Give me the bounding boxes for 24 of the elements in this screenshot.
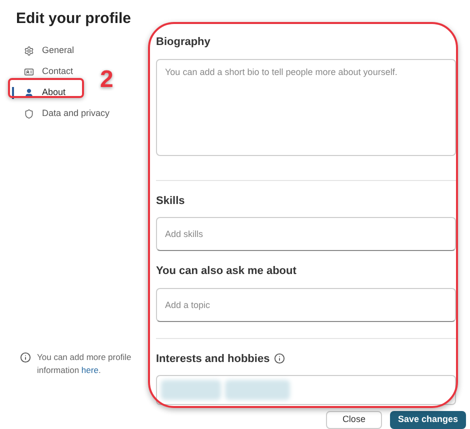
save-button[interactable]: Save changes bbox=[390, 411, 466, 429]
blurred-tag bbox=[225, 380, 290, 400]
close-button[interactable]: Close bbox=[326, 411, 382, 429]
input-field[interactable]: Add a topic bbox=[156, 288, 456, 322]
nav-item[interactable]: General bbox=[12, 42, 150, 58]
section-label: You can also ask me about bbox=[156, 264, 296, 279]
nav-item[interactable]: Data and privacy bbox=[12, 106, 150, 122]
id-card-icon bbox=[24, 66, 34, 76]
info-icon bbox=[20, 352, 31, 363]
section-label: Skills bbox=[156, 194, 185, 208]
shield-icon bbox=[24, 108, 34, 118]
info-icon bbox=[274, 353, 285, 364]
gear-icon bbox=[24, 46, 34, 56]
dialog-title: Edit your profile bbox=[16, 9, 132, 29]
step-number: 2 bbox=[100, 65, 114, 95]
biography-field[interactable]: You can add a short bio to tell people more about yourself. bbox=[156, 58, 456, 156]
person-icon bbox=[24, 88, 34, 98]
blurred-tag bbox=[161, 380, 221, 400]
section-label: Interests and hobbies bbox=[156, 352, 270, 366]
input-field[interactable]: Add skills bbox=[156, 217, 456, 251]
section-label: Biography bbox=[156, 35, 210, 50]
tags-field[interactable] bbox=[156, 375, 456, 405]
here-link[interactable]: here bbox=[81, 365, 98, 375]
info-note: You can add more profile information here. bbox=[37, 351, 132, 377]
